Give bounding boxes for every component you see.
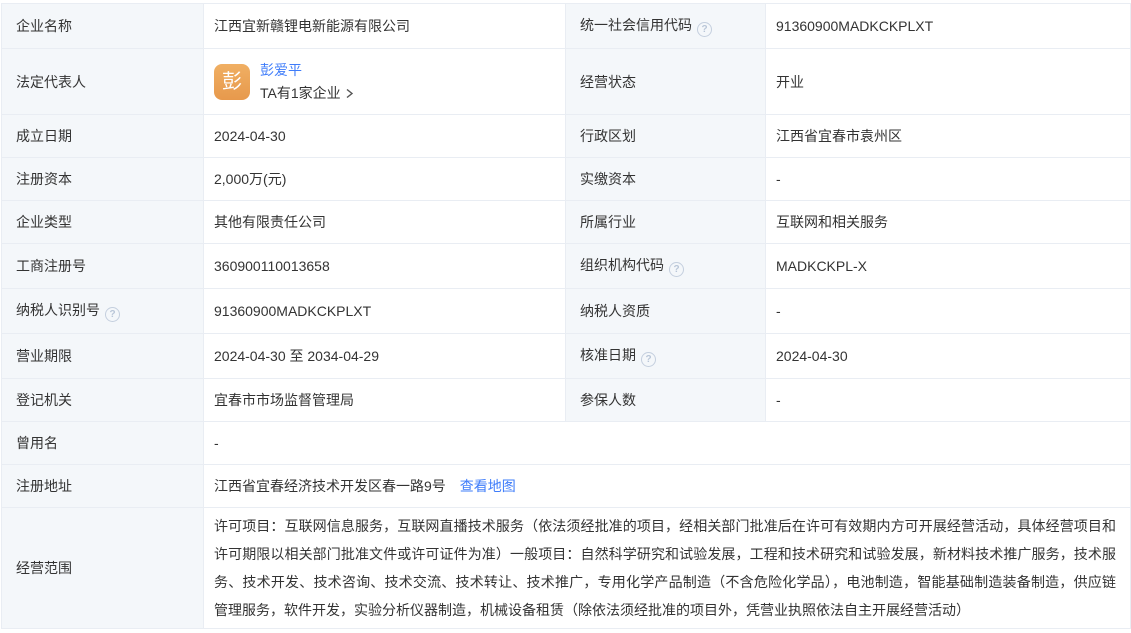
help-icon[interactable] <box>669 262 684 277</box>
field-value-registration-no: 360900110013658 <box>204 244 566 289</box>
field-label-registration-no: 工商注册号 <box>2 244 204 289</box>
field-label-paid-capital: 实缴资本 <box>566 158 766 201</box>
help-icon[interactable] <box>641 352 656 367</box>
field-value-business-scope: 许可项目：互联网信息服务，互联网直播技术服务（依法须经批准的项目，经相关部门批准… <box>204 508 1131 629</box>
legal-rep-avatar[interactable]: 彭 <box>214 64 250 100</box>
field-label-credit-code: 统一社会信用代码 <box>566 4 766 49</box>
field-label-establish-date: 成立日期 <box>2 115 204 158</box>
chevron-right-icon <box>345 89 354 98</box>
field-label-taxpayer-qualification: 纳税人资质 <box>566 289 766 334</box>
field-value-registration-authority: 宜春市市场监督管理局 <box>204 379 566 422</box>
field-label-company-type: 企业类型 <box>2 201 204 244</box>
field-label-insured-count: 参保人数 <box>566 379 766 422</box>
table-row: 登记机关 宜春市市场监督管理局 参保人数 - <box>2 379 1131 422</box>
table-row: 工商注册号 360900110013658 组织机构代码 MADKCKPL-X <box>2 244 1131 289</box>
field-value-former-name: - <box>204 422 1131 465</box>
field-value-registered-address: 江西省宜春经济技术开发区春一路9号查看地图 <box>204 465 1131 508</box>
field-label-status: 经营状态 <box>566 49 766 115</box>
table-row: 曾用名 - <box>2 422 1131 465</box>
field-label-legal-rep: 法定代表人 <box>2 49 204 115</box>
field-label-registered-capital: 注册资本 <box>2 158 204 201</box>
legal-rep-companies-link[interactable]: TA有1家企业 <box>260 83 354 103</box>
field-value-company-type: 其他有限责任公司 <box>204 201 566 244</box>
table-row: 纳税人识别号 91360900MADKCKPLXT 纳税人资质 - <box>2 289 1131 334</box>
field-value-approval-date: 2024-04-30 <box>766 334 1131 379</box>
field-label-company-name: 企业名称 <box>2 4 204 49</box>
field-label-business-scope: 经营范围 <box>2 508 204 629</box>
table-row: 经营范围 许可项目：互联网信息服务，互联网直播技术服务（依法须经批准的项目，经相… <box>2 508 1131 629</box>
field-value-taxpayer-id: 91360900MADKCKPLXT <box>204 289 566 334</box>
field-value-legal-rep: 彭 彭爱平 TA有1家企业 <box>204 49 566 115</box>
table-row: 企业名称 江西宜新赣锂电新能源有限公司 统一社会信用代码 91360900MAD… <box>2 4 1131 49</box>
field-value-credit-code: 91360900MADKCKPLXT <box>766 4 1131 49</box>
field-label-business-term: 营业期限 <box>2 334 204 379</box>
field-value-company-name: 江西宜新赣锂电新能源有限公司 <box>204 4 566 49</box>
field-label-org-code: 组织机构代码 <box>566 244 766 289</box>
company-info-table: 企业名称 江西宜新赣锂电新能源有限公司 统一社会信用代码 91360900MAD… <box>1 3 1131 629</box>
field-value-status: 开业 <box>766 49 1131 115</box>
table-row: 企业类型 其他有限责任公司 所属行业 互联网和相关服务 <box>2 201 1131 244</box>
table-row: 注册地址 江西省宜春经济技术开发区春一路9号查看地图 <box>2 465 1131 508</box>
help-icon[interactable] <box>697 22 712 37</box>
table-row: 注册资本 2,000万(元) 实缴资本 - <box>2 158 1131 201</box>
field-value-org-code: MADKCKPL-X <box>766 244 1131 289</box>
field-label-registration-authority: 登记机关 <box>2 379 204 422</box>
field-label-registered-address: 注册地址 <box>2 465 204 508</box>
field-value-establish-date: 2024-04-30 <box>204 115 566 158</box>
field-value-taxpayer-qualification: - <box>766 289 1131 334</box>
table-row: 法定代表人 彭 彭爱平 TA有1家企业 经营状态 开业 <box>2 49 1131 115</box>
field-value-industry: 互联网和相关服务 <box>766 201 1131 244</box>
field-value-admin-division: 江西省宜春市袁州区 <box>766 115 1131 158</box>
field-label-admin-division: 行政区划 <box>566 115 766 158</box>
view-map-link[interactable]: 查看地图 <box>460 478 516 494</box>
field-label-approval-date: 核准日期 <box>566 334 766 379</box>
business-info-panel: 企业名称 江西宜新赣锂电新能源有限公司 统一社会信用代码 91360900MAD… <box>0 0 1131 633</box>
field-value-registered-capital: 2,000万(元) <box>204 158 566 201</box>
field-label-industry: 所属行业 <box>566 201 766 244</box>
help-icon[interactable] <box>105 307 120 322</box>
field-value-business-term: 2024-04-30 至 2034-04-29 <box>204 334 566 379</box>
table-row: 营业期限 2024-04-30 至 2034-04-29 核准日期 2024-0… <box>2 334 1131 379</box>
legal-rep-name-link[interactable]: 彭爱平 <box>260 60 354 80</box>
field-label-taxpayer-id: 纳税人识别号 <box>2 289 204 334</box>
field-label-former-name: 曾用名 <box>2 422 204 465</box>
field-value-paid-capital: - <box>766 158 1131 201</box>
table-row: 成立日期 2024-04-30 行政区划 江西省宜春市袁州区 <box>2 115 1131 158</box>
field-value-insured-count: - <box>766 379 1131 422</box>
